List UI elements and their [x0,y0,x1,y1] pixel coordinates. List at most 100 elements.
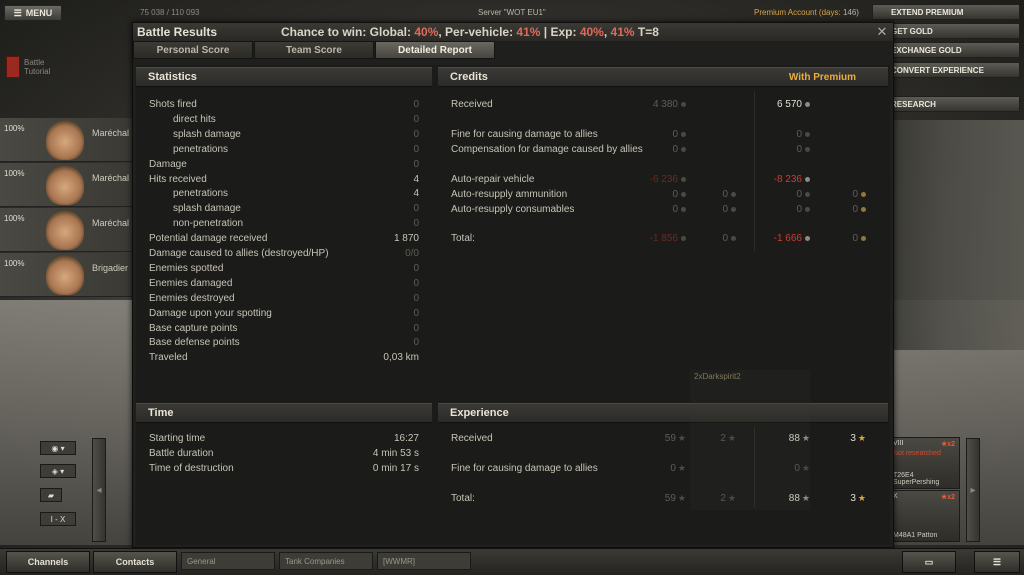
carousel-right-arrow[interactable]: ▸ [966,438,980,542]
gold-icon [731,191,736,197]
gold-icon [731,206,736,212]
statistics-row: non-penetration 0 [173,218,419,230]
convert-experience-button[interactable]: CONVERT EXPERIENCE [872,62,1020,78]
statistics-row: Enemies spotted 0 [149,262,419,274]
statistics-header: Statistics [136,67,432,87]
credits-icon [805,101,810,107]
statistics-row: Base defense points 0 [149,337,419,349]
statistics-row: Enemies destroyed 0 [149,292,419,304]
gold-icon [861,191,866,197]
gold-total-premium: 0 [826,233,866,244]
crew-portrait [46,210,84,250]
statistics-row: Enemies damaged 0 [149,277,419,289]
gold-ammo-base: 0 [696,189,736,200]
credits-header: Credits With Premium [438,67,888,87]
statistics-row: Damage caused to allies (destroyed/HP) 0/… [149,248,419,259]
credits-received-premium: 6 570 [760,99,810,110]
crew-member[interactable]: 100% Maréchal [0,118,132,162]
tab-detailed-report[interactable]: Detailed Report [375,41,495,59]
chat-tab-clan[interactable]: [WWMR] [377,552,471,570]
crew-portrait [46,255,84,295]
credits-repair-base: -6 236 [636,174,686,185]
chat-bubble-icon: ▭ [924,556,934,567]
gold-consumables-base: 0 [696,204,736,215]
credits-fine-label: Fine for causing damage to allies [451,129,598,140]
statistics-row: Shots fired 0 [149,99,419,110]
filter-icon: ◈ ▾ [51,466,65,476]
globe-icon: ◉ ▾ [51,443,65,453]
gold-icon [731,235,736,241]
get-gold-button[interactable]: GET GOLD [872,23,1020,39]
premium-column-divider [754,91,755,251]
credits-icon [681,206,686,212]
carousel-left-arrow[interactable]: ◂ [92,438,106,542]
statistics-row: splash damage 0 [173,203,419,215]
credits-icon [681,101,686,107]
time-row: Starting time 16:27 [149,433,419,444]
premium-account-status: Premium Account (days: 146) [754,8,859,17]
watermark: 2xDarkspirit2 [690,370,810,510]
statistics-row: Hits received 4 [149,173,419,185]
battle-tutorial-button[interactable]: Battle Tutorial [6,52,66,82]
credits-icon [805,235,810,241]
window-title-bar: Battle Results Chance to win: Global: 40… [133,23,893,41]
extend-premium-button[interactable]: EXTEND PREMIUM [872,4,1020,20]
crew-member[interactable]: 100% Maréchal [0,208,132,252]
tab-team-score[interactable]: Team Score [254,41,374,59]
notifications-button[interactable]: ▭ [902,551,956,573]
statistics-row: Potential damage received 1 870 [149,233,419,245]
tank-type-filter[interactable]: ▰ [40,488,62,502]
credits-icon [805,191,810,197]
credits-fine-premium: 0 [760,129,810,140]
channels-button[interactable]: Channels [6,551,90,573]
credits-icon [805,176,810,182]
exchange-gold-button[interactable]: EXCHANGE GOLD [872,42,1020,58]
research-button[interactable]: RESEARCH [872,96,1020,112]
credits-total-premium: -1 666 [760,233,810,244]
statistics-row: Traveled 0,03 km [149,352,419,364]
tank-card[interactable]: VIII ★x2 Not researched T26E4 SuperPersh… [888,437,960,489]
star-icon: ★ [857,493,866,503]
tier-filter-dropdown[interactable]: I - X [40,512,76,526]
statistics-row: penetrations 4 [173,188,419,200]
settings-button[interactable]: ☰ [974,551,1020,573]
close-icon[interactable]: ✕ [875,25,889,39]
results-tabs: Personal Score Team Score Detailed Repor… [133,41,893,59]
crew-member[interactable]: 100% Maréchal [0,163,132,207]
crew-member[interactable]: 100% Brigadier [0,253,132,297]
time-row: Battle duration 4 min 53 s [149,448,419,459]
chat-tab-tank-companies[interactable]: Tank Companies [279,552,373,570]
statistics-row: penetrations 0 [173,143,419,155]
credits-total-base: -1 856 [636,233,686,244]
nation-filter-dropdown[interactable]: ◈ ▾ [40,464,76,478]
star-icon: ★ [677,433,686,443]
crew-portrait [46,165,84,205]
chat-tab-general[interactable]: General [181,552,275,570]
tank-card[interactable]: X ★x2 M48A1 Patton [888,490,960,542]
gold-ammo-premium: 0 [826,189,866,200]
contacts-button[interactable]: Contacts [93,551,177,573]
statistics-row: Base capture points 0 [149,322,419,334]
globe-filter-dropdown[interactable]: ◉ ▾ [40,441,76,455]
credits-consumables-premium: 0 [760,204,810,215]
time-row: Time of destruction 0 min 17 s [149,463,419,474]
experience-header: Experience [438,403,888,423]
gold-total-base: 0 [696,233,736,244]
free-exp-total-premium: 3 ★ [850,493,866,504]
credits-icon [681,191,686,197]
credits-fine-base: 0 [636,129,686,140]
free-exp-received-premium: 3 ★ [850,433,866,444]
list-icon: ☰ [992,556,1002,567]
tab-personal-score[interactable]: Personal Score [133,41,253,59]
chevron-right-icon: ▸ [970,484,976,496]
credits-icon [681,131,686,137]
chevron-left-icon: ◂ [96,484,102,496]
menu-button[interactable]: ☰ MENU [4,5,62,21]
statistics-row: splash damage 0 [173,128,419,140]
battle-stats-counter: 75 038 / 110 093 [140,8,200,17]
statistics-row: direct hits 0 [173,113,419,125]
star-icon: ★ [857,433,866,443]
statistics-row: Damage 0 [149,158,419,170]
gold-icon [861,235,866,241]
credits-compensation-base: 0 [636,144,686,155]
